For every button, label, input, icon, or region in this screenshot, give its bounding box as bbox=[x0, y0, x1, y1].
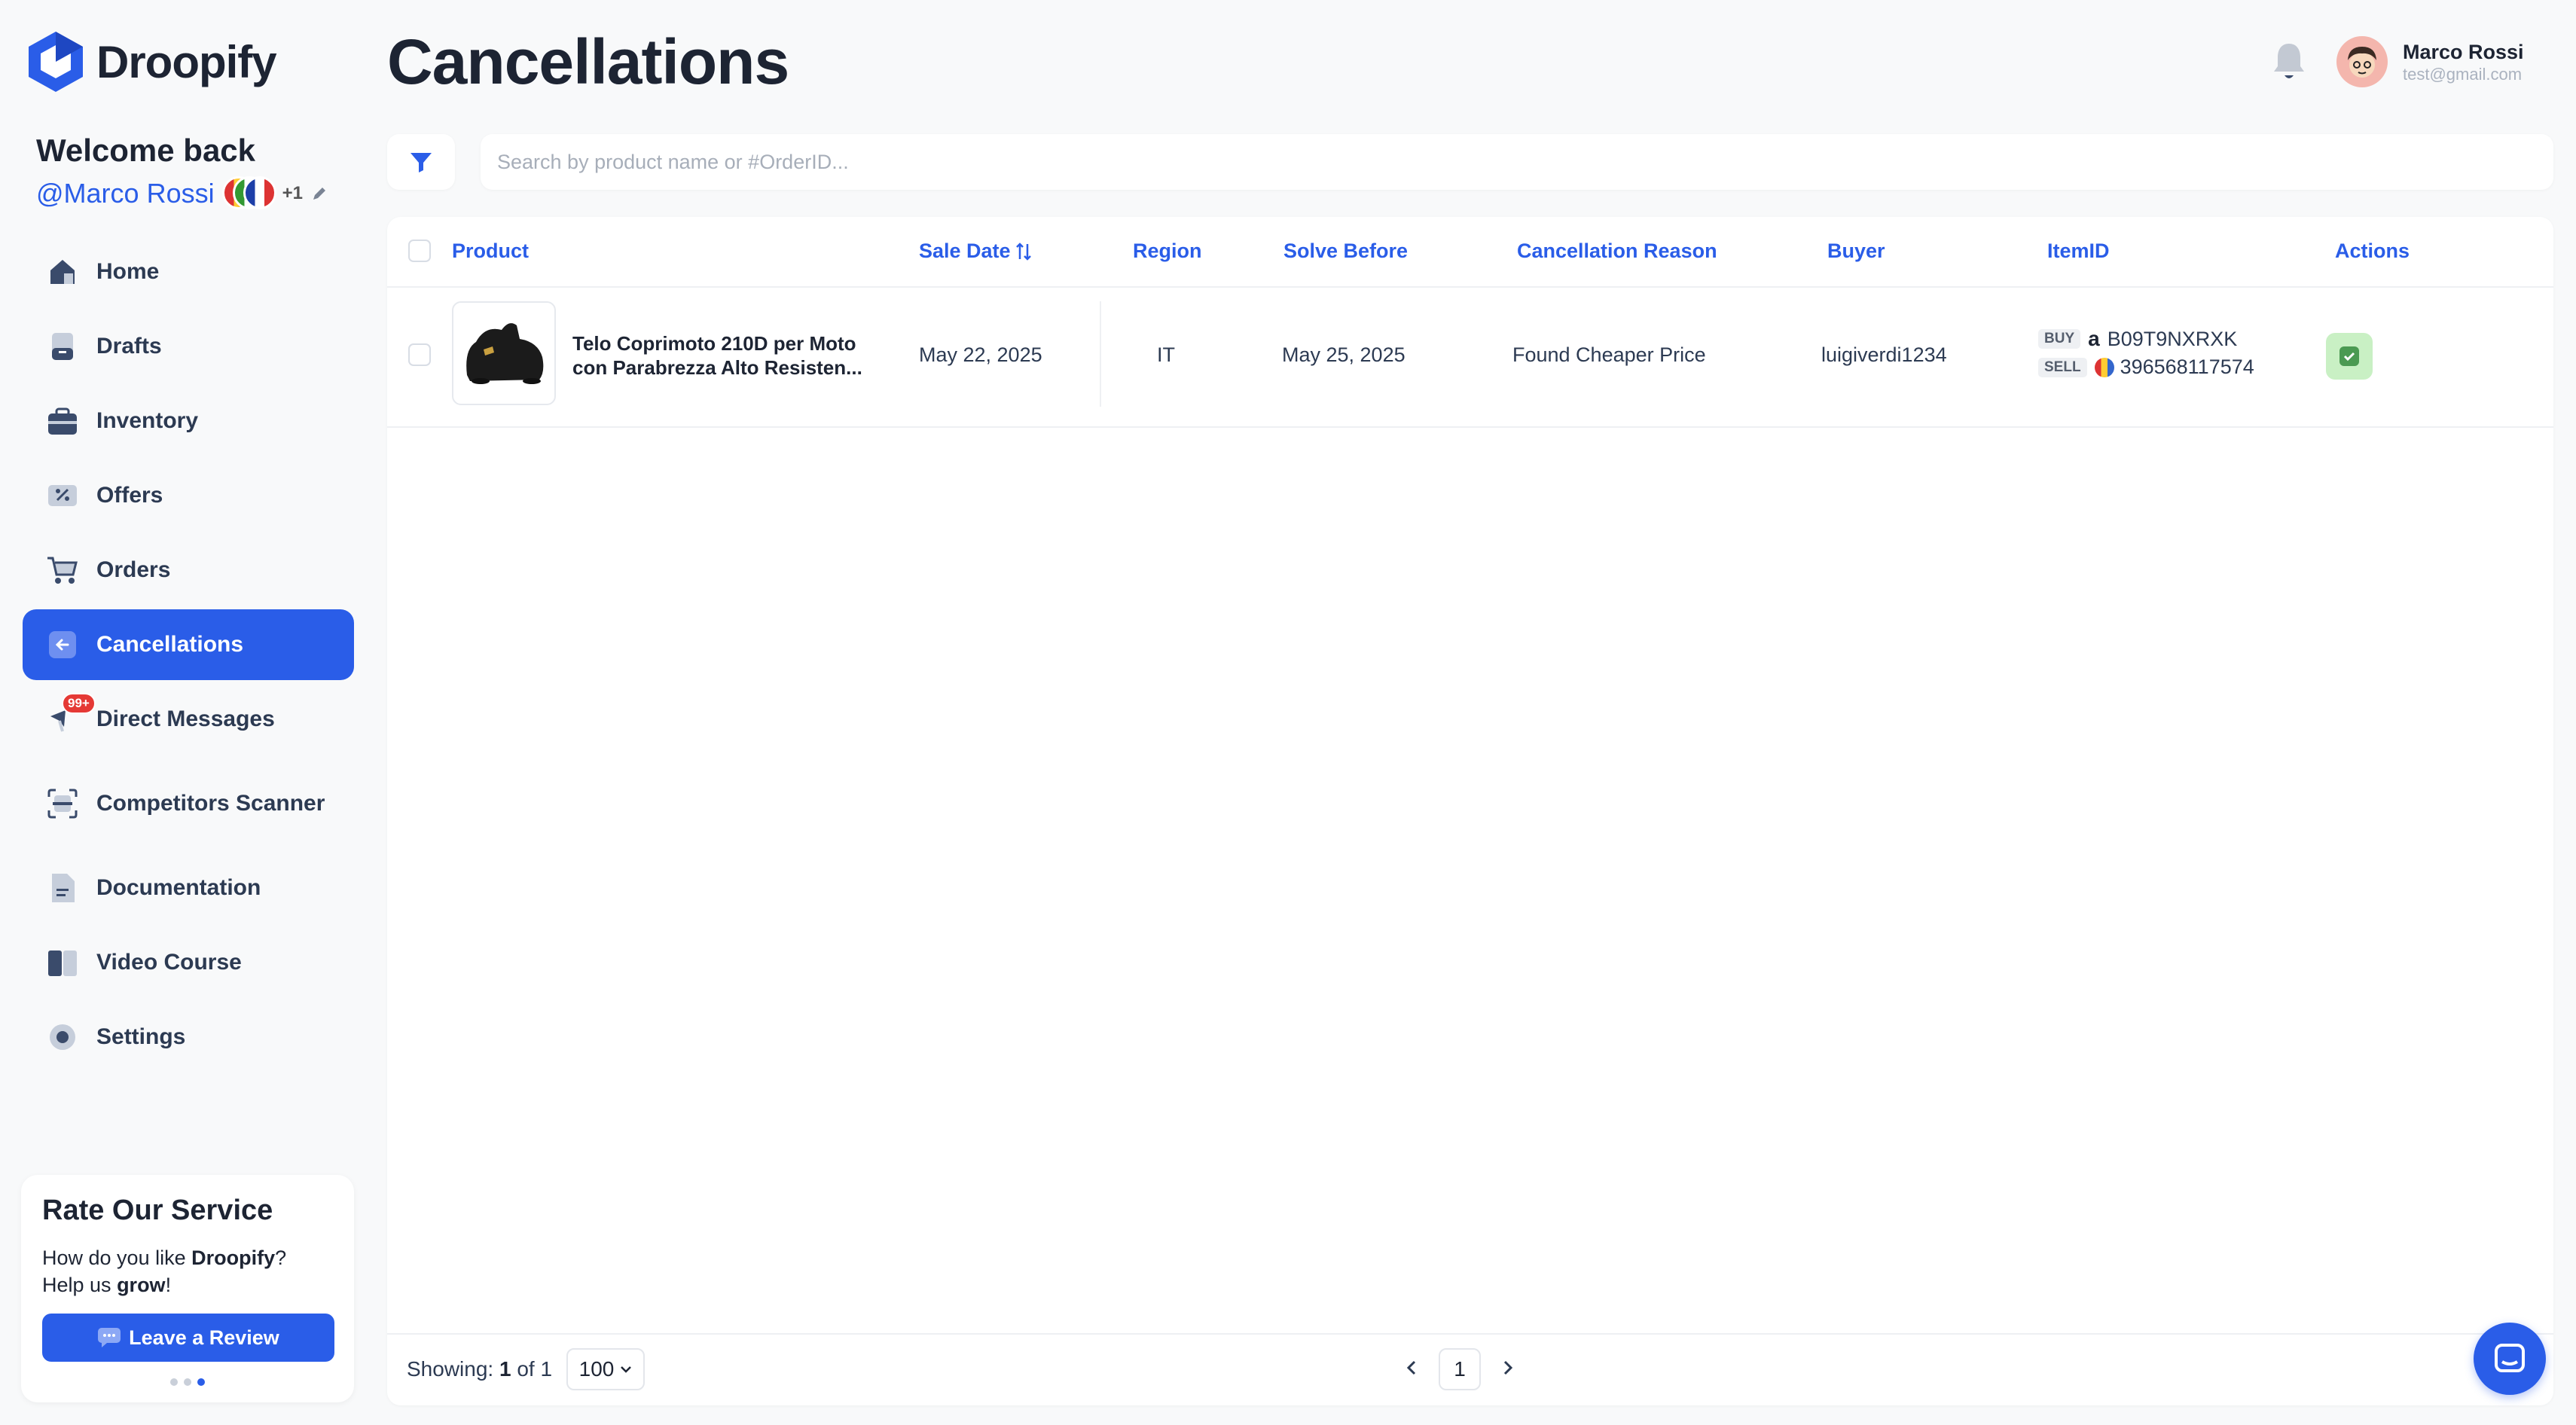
carousel-dots[interactable] bbox=[170, 1378, 205, 1386]
amazon-icon: a bbox=[2088, 327, 2100, 350]
extra-marketplaces-count: +1 bbox=[282, 183, 303, 203]
sidebar-item-orders[interactable]: Orders bbox=[23, 535, 354, 606]
leave-review-button[interactable]: Leave a Review bbox=[42, 1314, 334, 1362]
region: IT bbox=[1157, 343, 1175, 366]
sidebar-item-home[interactable]: Home bbox=[23, 236, 354, 307]
showing-count: Showing: 1 of 1 bbox=[407, 1357, 553, 1381]
document-icon bbox=[45, 871, 80, 905]
book-icon bbox=[45, 945, 80, 980]
check-icon bbox=[2339, 346, 2359, 366]
home-icon bbox=[45, 255, 80, 289]
sidebar-item-cancellations[interactable]: Cancellations bbox=[23, 609, 354, 680]
edit-icon[interactable] bbox=[310, 185, 328, 203]
user-email: test@gmail.com bbox=[2403, 65, 2523, 84]
bell-icon[interactable] bbox=[2272, 41, 2306, 85]
select-all-checkbox[interactable] bbox=[408, 240, 431, 262]
marketplace-flags bbox=[221, 176, 276, 211]
col-sale-date[interactable]: Sale Date bbox=[919, 240, 1032, 263]
col-item-id[interactable]: ItemID bbox=[2047, 240, 2110, 263]
droopify-logo-icon bbox=[29, 32, 83, 92]
col-product[interactable]: Product bbox=[452, 240, 529, 263]
sidebar-item-documentation[interactable]: Documentation bbox=[23, 853, 354, 923]
product-thumbnail bbox=[452, 301, 556, 405]
row-checkbox[interactable] bbox=[408, 343, 431, 366]
sidebar-item-offers[interactable]: Offers bbox=[23, 460, 354, 531]
page-title: Cancellations bbox=[387, 26, 789, 97]
app-name: Droopify bbox=[96, 36, 277, 87]
per-page-select[interactable]: 100 bbox=[566, 1348, 645, 1390]
user-name: Marco Rossi bbox=[2403, 41, 2524, 63]
col-actions: Actions bbox=[2335, 240, 2410, 262]
product-name[interactable]: Telo Coprimoto 210D per Moto con Parabre… bbox=[572, 331, 874, 380]
unread-badge: 99+ bbox=[62, 693, 96, 714]
resolve-button[interactable] bbox=[2326, 333, 2373, 380]
app-logo[interactable]: Droopify bbox=[27, 30, 277, 93]
sell-item-id[interactable]: SELL 396568117574 bbox=[2038, 355, 2254, 379]
messages-icon: 99+ bbox=[45, 693, 96, 737]
sidebar-item-direct-messages[interactable]: 99+ Direct Messages bbox=[23, 684, 354, 755]
col-buyer[interactable]: Buyer bbox=[1827, 240, 1885, 263]
cart-icon bbox=[45, 553, 80, 587]
column-divider bbox=[1100, 301, 1101, 407]
table-footer: Showing: 1 of 1 100 1 bbox=[387, 1333, 2553, 1407]
chevron-right-icon bbox=[1503, 1360, 1513, 1375]
offers-icon bbox=[45, 478, 80, 513]
welcome-text: Welcome back bbox=[36, 133, 256, 168]
col-solve-before[interactable]: Solve Before bbox=[1283, 240, 1408, 263]
next-page-button[interactable] bbox=[1502, 1356, 1514, 1382]
chevron-down-icon bbox=[621, 1366, 632, 1373]
solve-before-date: May 25, 2025 bbox=[1282, 343, 1406, 366]
prev-page-button[interactable] bbox=[1406, 1356, 1418, 1382]
filter-icon bbox=[411, 153, 432, 172]
search-input[interactable] bbox=[481, 134, 2553, 190]
avatar[interactable] bbox=[2336, 36, 2388, 87]
ebay-marketplace-icon bbox=[2094, 357, 2114, 377]
user-handle-row: @Marco Rossi +1 bbox=[36, 176, 328, 211]
pagination: 1 bbox=[1406, 1348, 1514, 1390]
rate-title: Rate Our Service bbox=[42, 1195, 273, 1226]
sidebar-nav: Home Drafts Inventory Offers Orders Canc… bbox=[23, 236, 354, 1076]
buy-item-id[interactable]: BUY a B09T9NXRXK bbox=[2038, 327, 2237, 351]
cancellations-table: Product Sale Date Region Solve Before Ca… bbox=[387, 217, 2553, 1405]
chat-bubble-icon bbox=[98, 1328, 121, 1347]
sort-icon[interactable] bbox=[1015, 241, 1032, 262]
chat-support-button[interactable] bbox=[2474, 1323, 2546, 1395]
gear-icon bbox=[45, 1020, 80, 1054]
table-header: Product Sale Date Region Solve Before Ca… bbox=[387, 217, 2553, 288]
rate-body: How do you like Droopify? Help us grow! bbox=[42, 1246, 287, 1296]
page-number[interactable]: 1 bbox=[1439, 1348, 1481, 1390]
buyer-name[interactable]: luigiverdi1234 bbox=[1821, 343, 1947, 367]
drafts-icon bbox=[45, 329, 80, 364]
col-cancellation-reason[interactable]: Cancellation Reason bbox=[1517, 240, 1717, 263]
inventory-icon bbox=[45, 404, 80, 438]
sidebar-item-video-course[interactable]: Video Course bbox=[23, 927, 354, 998]
arrow-left-icon bbox=[45, 627, 80, 662]
scanner-icon bbox=[45, 786, 80, 821]
sidebar-item-settings[interactable]: Settings bbox=[23, 1002, 354, 1073]
chevron-left-icon bbox=[1406, 1360, 1416, 1375]
cancellation-reason: Found Cheaper Price bbox=[1512, 343, 1706, 366]
col-region[interactable]: Region bbox=[1133, 240, 1202, 263]
filter-button[interactable] bbox=[387, 134, 455, 190]
user-handle[interactable]: @Marco Rossi bbox=[36, 178, 215, 209]
sidebar-item-competitors-scanner[interactable]: Competitors Scanner bbox=[23, 768, 354, 839]
sidebar-item-inventory[interactable]: Inventory bbox=[23, 386, 354, 456]
chat-icon bbox=[2495, 1344, 2525, 1372]
sidebar-item-drafts[interactable]: Drafts bbox=[23, 311, 354, 382]
rate-service-card: Rate Our Service How do you like Droopif… bbox=[21, 1175, 354, 1402]
search-bar bbox=[481, 134, 2553, 190]
sale-date: May 22, 2025 bbox=[919, 343, 1042, 366]
